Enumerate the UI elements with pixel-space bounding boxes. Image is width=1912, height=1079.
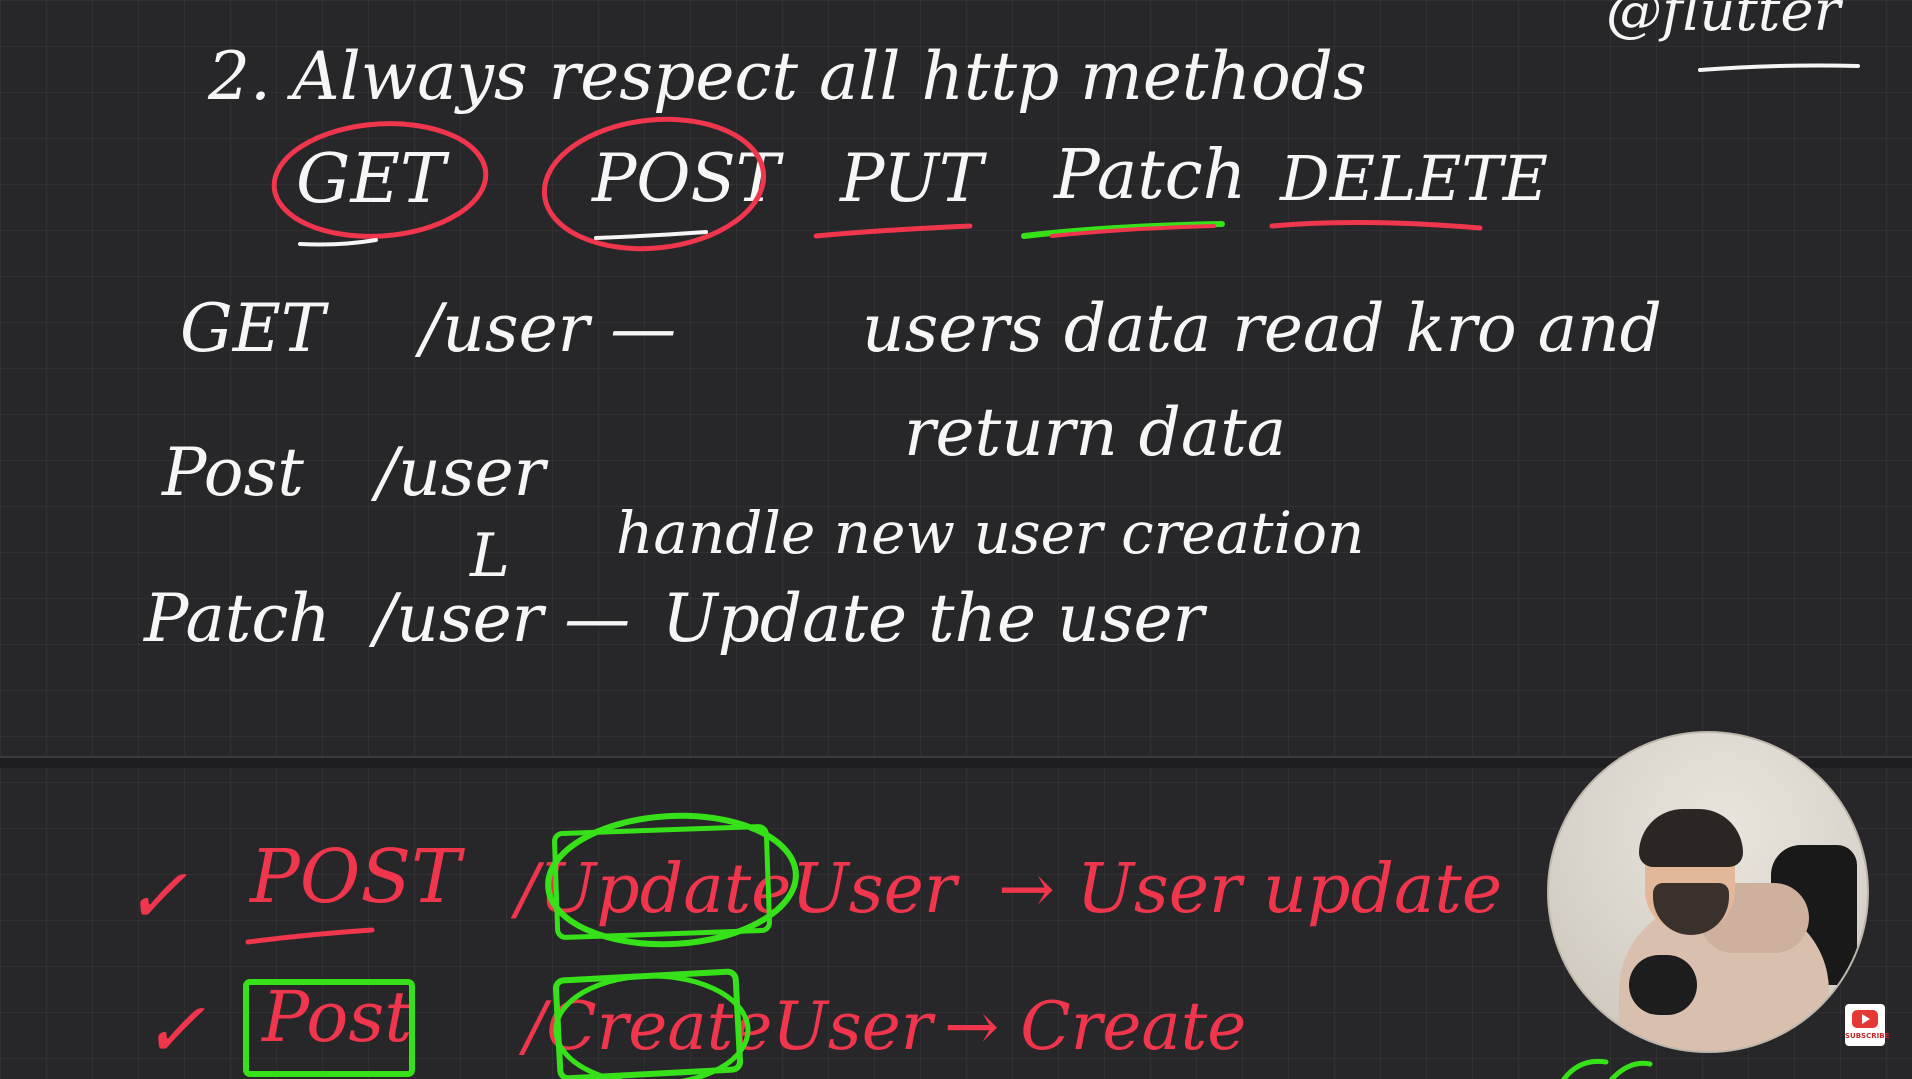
method-put: PUT bbox=[840, 140, 983, 217]
bottom-verb-1: POST bbox=[250, 834, 461, 920]
line-get-desc: users data read kro and bbox=[862, 290, 1662, 367]
bottom-path-1: /UpdateUser bbox=[516, 850, 957, 929]
line-get-verb: GET bbox=[180, 290, 325, 367]
microphone bbox=[1629, 955, 1697, 1015]
method-delete: DELETE bbox=[1280, 142, 1549, 215]
corner-underline bbox=[1698, 63, 1860, 72]
bottom-result-1: → User update bbox=[998, 850, 1503, 929]
delete-underline bbox=[1269, 219, 1483, 231]
patch-underline-red bbox=[1050, 224, 1216, 238]
bottom-result-2: → Create bbox=[944, 988, 1247, 1065]
bottom-path-2: /CreateUser bbox=[524, 988, 933, 1065]
whiteboard-canvas: @flutter 2. Always respect all http meth… bbox=[0, 0, 1912, 1079]
presenter-webcam bbox=[1547, 731, 1869, 1053]
bottom-verb-2: Post bbox=[262, 976, 413, 1058]
heading: 2. Always respect all http methods bbox=[208, 38, 1367, 115]
post-underline-1 bbox=[245, 927, 375, 945]
post-underline-white bbox=[594, 230, 708, 240]
line-post-branch: L bbox=[470, 521, 510, 591]
line-post-path: /user bbox=[376, 434, 546, 511]
line-patch-desc: Update the user bbox=[662, 580, 1205, 657]
check-1: ✓ bbox=[124, 851, 188, 940]
patch-underline-green bbox=[1021, 221, 1225, 239]
youtube-subscribe-label: SUBSCRIBE bbox=[1845, 1032, 1890, 1040]
line-patch-path: /user — bbox=[374, 580, 631, 657]
put-underline bbox=[813, 223, 973, 239]
youtube-play-icon bbox=[1852, 1010, 1878, 1028]
line-post-desc: handle new user creation bbox=[616, 499, 1365, 567]
get-underline-white bbox=[298, 238, 378, 247]
method-get: GET bbox=[296, 140, 446, 219]
line-patch-verb: Patch bbox=[144, 580, 331, 657]
line-get-path: /user — bbox=[420, 290, 677, 367]
youtube-subscribe-button[interactable]: SUBSCRIBE bbox=[1845, 1004, 1890, 1046]
presenter-hair bbox=[1639, 809, 1743, 867]
green-scribble bbox=[1561, 1058, 1653, 1079]
method-post: POST bbox=[592, 140, 780, 217]
check-2: ✓ bbox=[142, 985, 206, 1074]
line-return-desc: return data bbox=[904, 394, 1287, 471]
line-post-verb: Post bbox=[162, 434, 304, 511]
corner-tag: @flutter bbox=[1606, 0, 1841, 44]
method-patch: Patch bbox=[1054, 136, 1247, 215]
